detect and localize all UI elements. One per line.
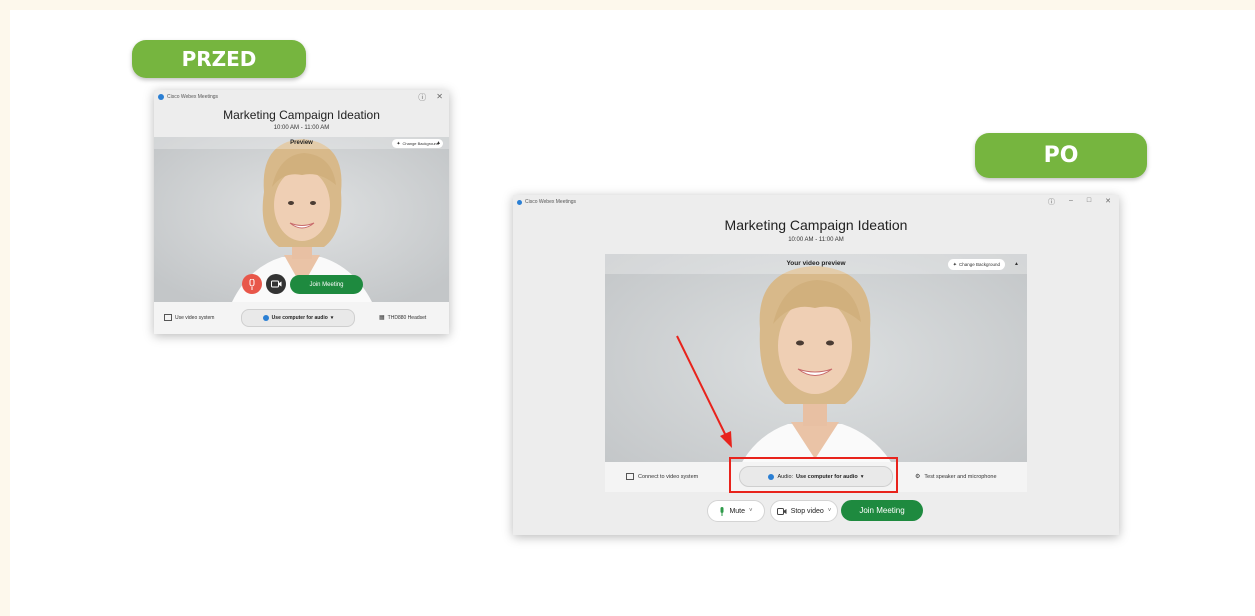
after-label: PO	[975, 133, 1147, 178]
before-join-meeting-button[interactable]: Join Meeting	[290, 275, 363, 294]
after-test-speaker[interactable]: ⚙ Test speaker and microphone	[915, 473, 997, 481]
computer-audio-icon	[262, 315, 269, 321]
maximize-icon[interactable]: □	[1087, 197, 1091, 207]
after-stop-video-button[interactable]: Stop video ˅	[770, 500, 838, 522]
before-mute-button[interactable]	[242, 274, 262, 294]
after-person-photo	[605, 254, 1027, 491]
after-change-background-button[interactable]: ✦ Change Background	[947, 259, 1005, 270]
microphone-icon	[249, 278, 255, 290]
close-icon[interactable]: ✕	[436, 92, 443, 103]
people-icon[interactable]: ▲	[436, 140, 441, 146]
before-options-bar: Use video system Use computer for audio …	[154, 302, 449, 334]
after-title-bar: Cisco Webex Meetings	[513, 195, 1119, 209]
people-icon[interactable]: ▲	[1014, 261, 1019, 267]
screen-icon	[164, 314, 172, 321]
before-change-background-label: Change Background	[402, 141, 439, 146]
after-change-background-label: Change Background	[958, 262, 1000, 267]
chevron-down-icon: ˅	[749, 508, 753, 514]
before-audio-label: Use computer for audio	[271, 315, 328, 321]
highlight-box	[729, 457, 898, 493]
before-speaker-label: THD880 Headset	[387, 314, 427, 321]
before-label: PRZED	[132, 40, 306, 78]
webex-logo-icon	[517, 199, 522, 205]
webex-logo-icon	[158, 94, 164, 100]
after-app-title: Cisco Webex Meetings	[525, 199, 577, 205]
after-meeting-title: Marketing Campaign Ideation	[724, 217, 908, 233]
magic-wand-icon: ✦	[396, 140, 401, 147]
after-join-meeting-button[interactable]: Join Meeting	[841, 500, 923, 521]
after-test-speaker-label: Test speaker and microphone	[924, 473, 997, 480]
help-icon[interactable]: ⓘ	[1048, 197, 1055, 207]
screen-icon	[626, 473, 634, 480]
after-meeting-time: 10:00 AM - 11:00 AM	[788, 237, 844, 243]
red-arrow-icon	[676, 335, 732, 448]
chevron-down-icon: ˅	[827, 508, 832, 514]
chevron-down-icon: ▾	[330, 315, 334, 321]
help-icon[interactable]: ⓘ	[418, 92, 426, 103]
before-audio-dropdown[interactable]: Use computer for audio ▾	[241, 309, 355, 327]
magic-wand-icon: ✦	[952, 261, 957, 268]
before-use-video-system[interactable]: Use video system	[164, 314, 214, 321]
before-app-title: Cisco Webex Meetings	[167, 94, 219, 100]
after-mute-button[interactable]: Mute ˅	[707, 500, 765, 522]
before-video-preview: Preview ✦ Change Background ▲ Join Meeti…	[154, 137, 449, 302]
before-title-bar: Cisco Webex Meetings	[154, 90, 449, 104]
minimize-icon[interactable]: –	[1069, 197, 1073, 207]
before-meeting-time: 10:00 AM - 11:00 AM	[273, 125, 330, 131]
before-video-system-label: Use video system	[175, 314, 215, 321]
speaker-icon: ▦	[379, 315, 385, 321]
after-mute-label: Mute	[729, 507, 746, 515]
after-connect-video-system[interactable]: Connect to video system	[626, 473, 698, 480]
after-video-preview: Your video preview ✦ Change Background ▲	[605, 254, 1027, 491]
before-meeting-title: Marketing Campaign Ideation	[223, 108, 380, 122]
microphone-icon	[720, 506, 724, 516]
after-connect-video-label: Connect to video system	[638, 473, 699, 480]
gear-icon: ⚙	[915, 474, 921, 480]
after-stop-video-label: Stop video	[790, 507, 824, 515]
camera-icon	[270, 280, 281, 288]
before-speaker-select[interactable]: ▦ THD880 Headset	[379, 314, 427, 322]
before-webex-window: Cisco Webex Meetings ⓘ ✕ Marketing Campa…	[154, 90, 449, 334]
before-video-button[interactable]	[266, 274, 286, 294]
camera-icon	[776, 507, 787, 515]
close-icon[interactable]: ✕	[1105, 197, 1111, 207]
